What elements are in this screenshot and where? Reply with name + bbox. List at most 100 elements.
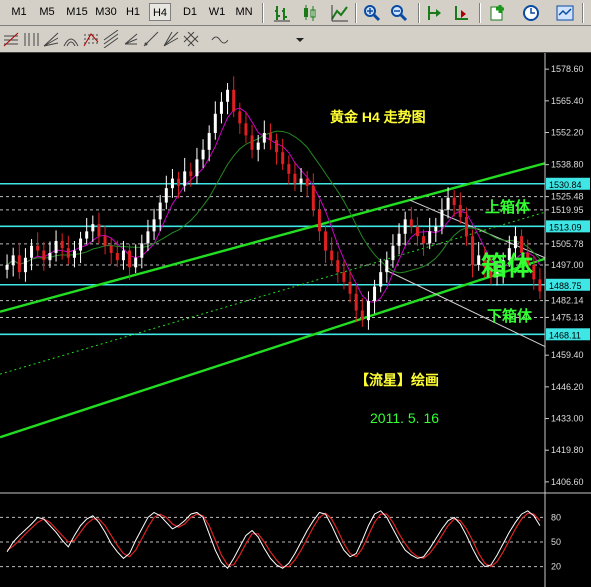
candle-body (91, 224, 95, 232)
candle-body (17, 255, 21, 273)
price-tick-label: 1433.00 (551, 414, 584, 424)
candle-body (170, 178, 174, 189)
candle-body (121, 250, 125, 261)
candle-body (54, 240, 58, 253)
price-tick-label: 1459.40 (551, 350, 584, 360)
fibonacci-time-zones-icon[interactable] (22, 30, 40, 48)
candle-body (513, 236, 517, 249)
zoom-out-icon[interactable] (389, 3, 409, 23)
candle-body (226, 89, 230, 102)
price-chart[interactable]: 1530.84 1513.09 1488.75 1468.11 1578.60 1565… (0, 53, 591, 587)
candle-body (317, 209, 321, 232)
andrews-pitchfork-icon[interactable] (122, 30, 140, 48)
candle-body (440, 209, 444, 227)
candle-body (177, 178, 181, 186)
candle-body (66, 248, 70, 258)
candle-body (232, 89, 236, 112)
toolbar-separator (355, 3, 357, 23)
candle-body (115, 252, 119, 261)
candle-body (48, 252, 52, 261)
gann-fan-icon[interactable] (162, 30, 180, 48)
price-tick-label: 1505.78 (551, 239, 584, 249)
fibonacci-channel-icon[interactable] (102, 30, 120, 48)
timeframe-h1-button[interactable]: H1 (124, 3, 142, 21)
price-tick-label: 1482.14 (551, 296, 584, 306)
period-clock-icon[interactable] (522, 3, 542, 23)
stoch-level-label: 80 (551, 512, 561, 522)
candle-body (446, 197, 450, 210)
fibonacci-fan-icon[interactable] (42, 30, 60, 48)
stoch-level-label: 50 (551, 537, 561, 547)
candle-body (146, 231, 150, 244)
candle-body (207, 132, 211, 150)
candle-body (452, 197, 456, 205)
price-tick-label: 1565.40 (551, 96, 584, 106)
gann-line-icon[interactable] (142, 30, 160, 48)
upper-box-label: 上箱体 (485, 198, 531, 216)
candle-body (158, 202, 162, 220)
toolbar-separator (418, 3, 420, 23)
timeframe-m30-button[interactable]: M30 (93, 3, 119, 21)
candle-body (458, 204, 462, 217)
candle-body (299, 178, 303, 184)
candle-body (428, 231, 432, 244)
price-tick-label: 1525.48 (551, 192, 584, 202)
timeframe-h4-button[interactable]: H4 (149, 3, 171, 21)
price-label-text: 1530.84 (549, 180, 582, 190)
candle-body (183, 171, 187, 186)
line-chart-icon[interactable] (330, 3, 350, 23)
price-tick-label: 1475.13 (551, 312, 584, 322)
chart-shift-icon[interactable] (425, 3, 445, 23)
author-label: 【流星】绘画 (355, 372, 439, 388)
stoch-level-label: 20 (551, 562, 561, 572)
candle-body (268, 132, 272, 141)
timeframe-m1-button[interactable]: M1 (8, 3, 30, 21)
candle-body (256, 142, 260, 150)
candle-body (42, 250, 46, 261)
gann-grid-icon[interactable] (182, 30, 200, 48)
new-indicator-icon[interactable] (488, 3, 508, 23)
zoom-in-icon[interactable] (362, 3, 382, 23)
candle-body (23, 257, 27, 273)
candle-body (219, 101, 223, 114)
candle-body (244, 123, 248, 136)
candle-body (250, 135, 254, 150)
fibonacci-expansion-icon[interactable] (82, 30, 100, 48)
candle-body (409, 219, 413, 227)
fibonacci-retracement-icon[interactable] (2, 30, 20, 48)
box-label: 箱体 (481, 251, 534, 281)
date-label: 2011. 5. 16 (370, 410, 439, 426)
candle-body (5, 264, 9, 270)
candle-body (293, 173, 297, 184)
candle-body (360, 310, 364, 321)
candle-body (152, 219, 156, 232)
chart-title: 黄金 H4 走势图 (330, 109, 426, 125)
candle-body (391, 245, 395, 261)
candle-body (385, 260, 389, 273)
timeframe-w1-button[interactable]: W1 (207, 3, 227, 21)
drawing-toolbar (0, 26, 591, 53)
candle-body (477, 255, 481, 265)
candle-body (403, 219, 407, 234)
timeframe-d1-button[interactable]: D1 (180, 3, 200, 21)
toolbar-separator (582, 3, 584, 23)
candlestick-chart-icon[interactable] (299, 3, 319, 23)
autoscroll-icon[interactable] (452, 3, 472, 23)
timeframe-mn-button[interactable]: MN (233, 3, 255, 21)
candle-body (275, 140, 279, 153)
price-tick-label: 1446.20 (551, 382, 584, 392)
candle-body (79, 238, 83, 251)
bar-chart-icon[interactable] (272, 3, 292, 23)
fibonacci-arcs-icon[interactable] (62, 30, 80, 48)
candle-body (311, 185, 315, 210)
candle-body (397, 233, 401, 246)
timeframe-m15-button[interactable]: M15 (64, 3, 90, 21)
candle-body (366, 300, 370, 321)
cycle-lines-icon[interactable] (210, 30, 228, 48)
timeframe-m5-button[interactable]: M5 (36, 3, 58, 21)
candle-body (281, 152, 285, 165)
candle-body (36, 245, 40, 251)
price-tick-label: 1406.60 (551, 477, 584, 487)
drawing-more-icon[interactable] (292, 30, 310, 48)
templates-icon[interactable] (555, 3, 575, 23)
